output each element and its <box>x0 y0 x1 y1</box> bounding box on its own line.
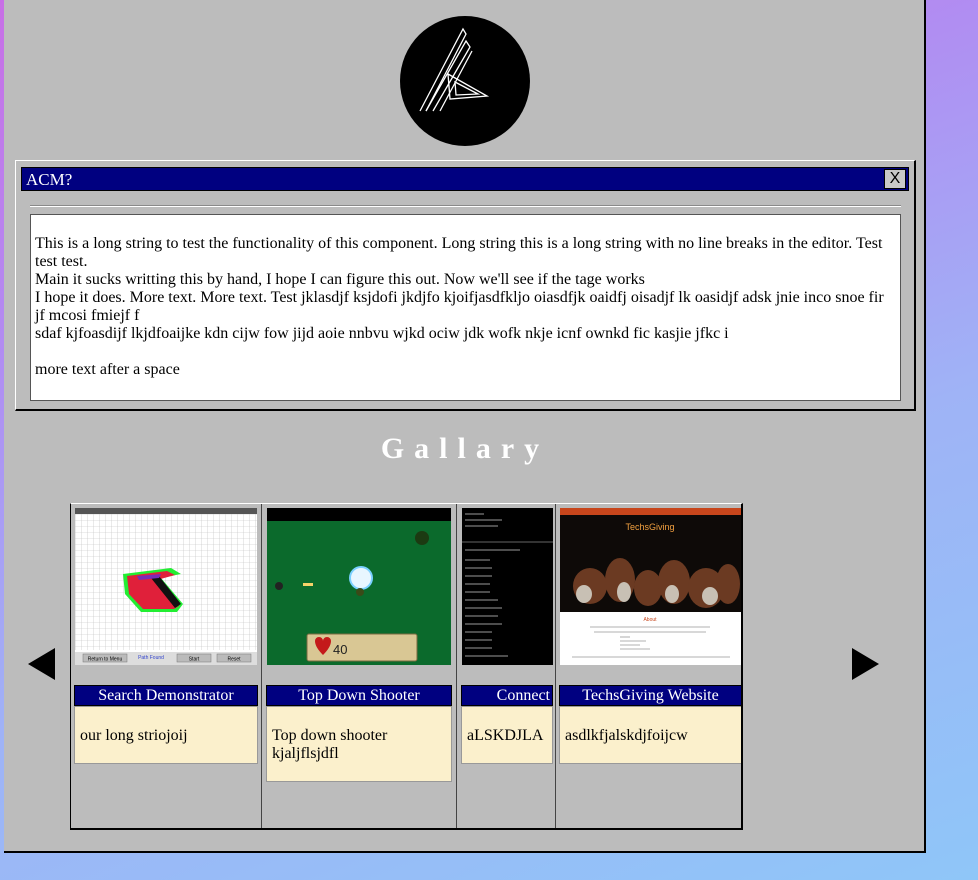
thumb-button-label: Reset <box>227 657 241 663</box>
page-panel: ACM? X This is a long string to test the… <box>4 0 926 853</box>
card-title[interactable]: Connect <box>461 685 553 706</box>
dialog-separator <box>30 205 901 207</box>
acm-dialog-window: ACM? X This is a long string to test the… <box>15 160 916 411</box>
card-title[interactable]: TechsGiving Website <box>559 685 741 706</box>
gallery-carousel: Return to Menu Path Found Start Reset Se… <box>70 503 743 830</box>
card-title[interactable]: Search Demonstrator <box>74 685 258 706</box>
card-description: aLSKDJLA <box>461 706 553 764</box>
arrow-left-icon[interactable] <box>28 648 55 680</box>
thumb-status-label: Path Found <box>138 655 164 661</box>
acm-logo <box>400 16 530 146</box>
techsgiving-thumbnail: TechsGiving About <box>560 508 741 665</box>
thumb-button-label: Return to Menu <box>88 657 123 663</box>
thumb-health-value: 40 <box>333 642 347 657</box>
connect-thumbnail <box>462 508 553 665</box>
arrow-right-icon[interactable] <box>852 648 879 680</box>
thumb-subhead-text: About <box>643 617 657 623</box>
card-description: Top down shooter kjaljflsjdfl <box>266 706 452 782</box>
close-button[interactable]: X <box>884 169 906 189</box>
gallery-card-connect[interactable]: Connect aLSKDJLA <box>458 504 556 828</box>
top-down-shooter-thumbnail: 40 <box>267 508 451 665</box>
dialog-content: This is a long string to test the functi… <box>30 214 901 401</box>
dialog-title: ACM? <box>26 170 73 189</box>
card-title[interactable]: Top Down Shooter <box>266 685 452 706</box>
dialog-content-text: This is a long string to test the functi… <box>35 235 884 378</box>
thumb-button-label: Start <box>189 657 200 663</box>
gallery-card-search-demonstrator[interactable]: Return to Menu Path Found Start Reset Se… <box>71 504 262 828</box>
gallery-card-top-down-shooter[interactable]: 40 Top Down Shooter Top down shooter kja… <box>263 504 457 828</box>
gallery-heading: Gallary <box>380 432 550 465</box>
gallery-card-techsgiving-website[interactable]: TechsGiving About TechsGiving Website as… <box>556 504 741 828</box>
search-demonstrator-thumbnail: Return to Menu Path Found Start Reset <box>75 508 257 665</box>
dialog-titlebar: ACM? X <box>21 167 909 191</box>
card-description: asdlkfjalskdjfoijcw <box>559 706 741 764</box>
card-description: our long striojoij <box>74 706 258 764</box>
thumb-banner-text: TechsGiving <box>625 522 674 532</box>
